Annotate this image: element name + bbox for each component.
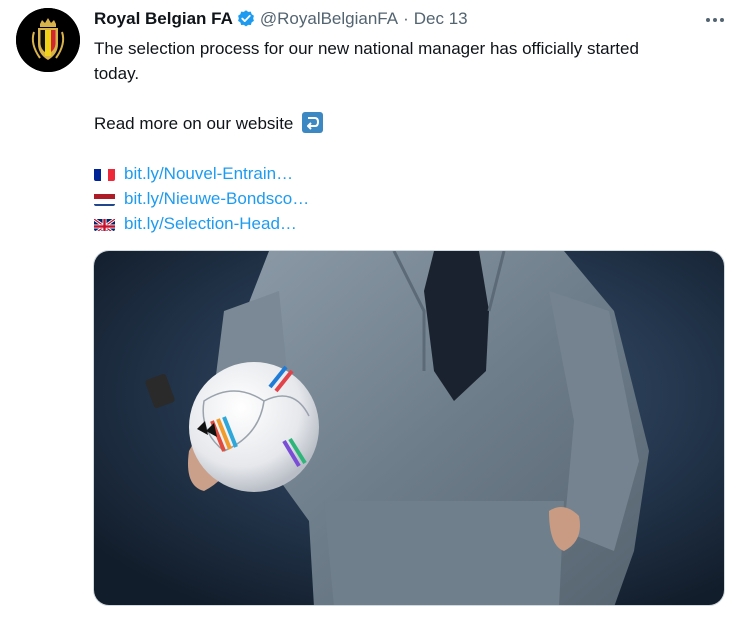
netherlands-flag-icon [94,191,115,206]
royal-belgian-fa-crest-icon [16,8,80,72]
tweet-header: Royal Belgian FA @RoyalBelgianFA · Dec 1… [94,8,468,30]
link-row-uk: bit.ly/Selection-Head… [94,211,714,236]
photo-man-holding-football [94,251,724,605]
return-arrow-icon [302,112,324,133]
author-handle[interactable]: @RoyalBelgianFA [260,9,398,29]
author-name[interactable]: Royal Belgian FA [94,9,233,29]
tweet-text-line: today. [94,64,140,83]
verified-badge-icon [236,9,256,29]
uk-flag-icon [94,216,115,231]
tweet-text-line: The selection process for our new nation… [94,39,639,58]
link-row-fr: bit.ly/Nouvel-Entrain… [94,161,714,186]
tweet-text: The selection process for our new nation… [94,36,714,236]
separator-dot: · [403,9,409,28]
link-nouvel-entraineur[interactable]: bit.ly/Nouvel-Entrain… [124,161,293,186]
link-nieuwe-bondscoach[interactable]: bit.ly/Nieuwe-Bondsco… [124,186,309,211]
read-more-line: Read more on our website [94,111,714,136]
more-options-icon[interactable] [703,10,727,30]
link-row-nl: bit.ly/Nieuwe-Bondsco… [94,186,714,211]
read-more-text: Read more on our website [94,114,294,133]
tweet-date[interactable]: Dec 13 [414,9,468,29]
avatar[interactable] [16,8,80,72]
tweet-media-image[interactable] [93,250,725,606]
link-selection-head[interactable]: bit.ly/Selection-Head… [124,211,297,236]
france-flag-icon [94,166,115,181]
